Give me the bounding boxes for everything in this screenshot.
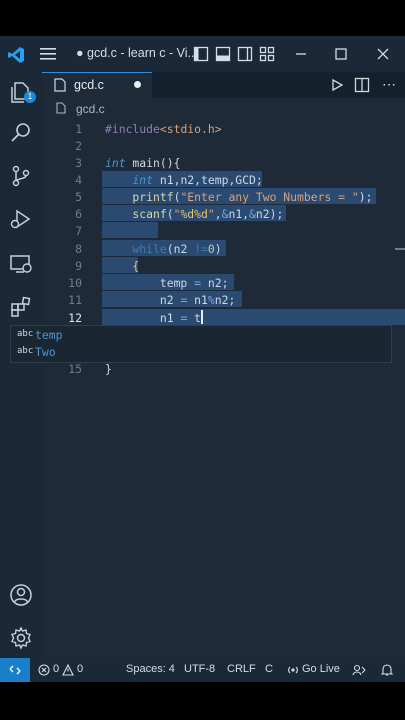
remote-explorer-icon[interactable] — [9, 252, 33, 276]
line-number: 3 — [75, 156, 82, 170]
hamburger-menu-icon[interactable] — [38, 46, 58, 62]
run-file-icon[interactable] — [330, 78, 344, 92]
extensions-icon[interactable] — [9, 295, 33, 319]
window-title: ● gcd.c - learn c - Vi... — [76, 46, 198, 60]
word-kind-icon: abc — [17, 346, 34, 356]
code-line[interactable]: temp = n2; — [105, 276, 229, 290]
close-icon[interactable] — [373, 44, 393, 64]
line-number: 7 — [75, 224, 82, 238]
suggestion-label: Two — [35, 345, 56, 359]
tab-gcd-c[interactable]: gcd.c — [42, 72, 152, 98]
selection-highlight — [102, 222, 158, 238]
toggle-panel-icon[interactable] — [215, 46, 231, 62]
more-actions-icon[interactable]: ⋯ — [382, 76, 397, 93]
file-icon — [54, 78, 66, 92]
line-number: 11 — [68, 293, 82, 307]
line-number: 1 — [75, 122, 82, 136]
code-line[interactable]: { — [105, 259, 139, 273]
code-line[interactable]: #include<stdio.h> — [105, 122, 222, 136]
tab-label: gcd.c — [74, 78, 104, 92]
search-icon[interactable] — [9, 120, 33, 144]
line-number: 4 — [75, 173, 82, 187]
activity-bar: 1 — [0, 72, 42, 658]
customize-layout-icon[interactable] — [259, 46, 275, 62]
error-icon — [38, 664, 50, 676]
line-number: 9 — [75, 259, 82, 273]
suggestion-item[interactable]: abc Two — [11, 344, 391, 361]
code-line[interactable]: n1 = t — [105, 311, 201, 325]
code-line[interactable]: while(n2 !=0) — [105, 242, 221, 256]
line-number: 6 — [75, 207, 82, 221]
encoding-status[interactable]: UTF-8 — [184, 663, 215, 675]
breadcrumb: gcd.c — [42, 98, 405, 120]
code-line[interactable]: n2 = n1%n2; — [105, 293, 235, 307]
eol-status[interactable]: CRLF — [227, 663, 256, 675]
go-live-label: Go Live — [302, 663, 340, 675]
source-control-icon[interactable] — [9, 164, 33, 188]
explorer-badge: 1 — [24, 91, 36, 103]
split-editor-icon[interactable] — [354, 77, 370, 93]
code-line[interactable]: printf("Enter any Two Numbers = "); — [105, 190, 372, 204]
status-bar: 0 0 Spaces: 4 UTF-8 CRLF C Go Live — [0, 658, 405, 682]
maximize-icon[interactable] — [331, 44, 351, 64]
suggestion-item[interactable]: abc temp — [11, 327, 391, 344]
run-debug-icon[interactable] — [9, 207, 33, 231]
title-bar: ● gcd.c - learn c - Vi... — [0, 36, 405, 72]
code-line[interactable]: int main(){ — [105, 156, 180, 170]
manage-gear-icon[interactable] — [9, 626, 33, 650]
indentation-status[interactable]: Spaces: 4 — [126, 663, 175, 675]
scrollbar-marker[interactable] — [395, 248, 405, 250]
error-count: 0 — [53, 663, 60, 675]
vscode-logo-icon — [8, 47, 24, 63]
file-icon — [56, 102, 66, 114]
line-number: 5 — [75, 190, 82, 204]
text-cursor — [201, 310, 203, 324]
line-number: 15 — [68, 362, 82, 376]
line-number: 8 — [75, 242, 82, 256]
code-editor[interactable]: 1 #include<stdio.h> 2 3 int main(){ 4 int n1,… — [42, 120, 405, 658]
remote-indicator[interactable] — [0, 658, 30, 682]
line-number: 12 — [68, 311, 82, 325]
breadcrumb-file[interactable]: gcd.c — [76, 102, 105, 116]
editor-tab-bar: gcd.c ⋯ — [42, 72, 405, 98]
accounts-feedback-icon[interactable] — [352, 663, 366, 677]
language-status[interactable]: C — [265, 663, 273, 675]
minimize-icon[interactable] — [291, 44, 311, 64]
broadcast-icon — [288, 666, 298, 674]
line-number: 10 — [68, 276, 82, 290]
word-kind-icon: abc — [17, 329, 34, 339]
line-number: 2 — [75, 139, 82, 153]
toggle-secondary-sidebar-icon[interactable] — [237, 46, 253, 62]
remote-icon — [9, 665, 21, 675]
warning-icon — [62, 664, 74, 676]
suggestion-label: temp — [35, 328, 63, 342]
accounts-icon[interactable] — [9, 583, 33, 607]
code-line[interactable]: int n1,n2,temp,GCD; — [105, 173, 262, 187]
toggle-sidebar-icon[interactable] — [193, 46, 209, 62]
code-line[interactable]: } — [105, 362, 112, 376]
code-line[interactable]: scanf("%d%d",&n1,&n2); — [105, 207, 283, 221]
warning-count: 0 — [77, 663, 84, 675]
autocomplete-suggestions: abc temp abc Two — [10, 325, 392, 363]
unsaved-dot-icon[interactable] — [134, 81, 141, 88]
notifications-bell-icon[interactable] — [380, 663, 394, 677]
